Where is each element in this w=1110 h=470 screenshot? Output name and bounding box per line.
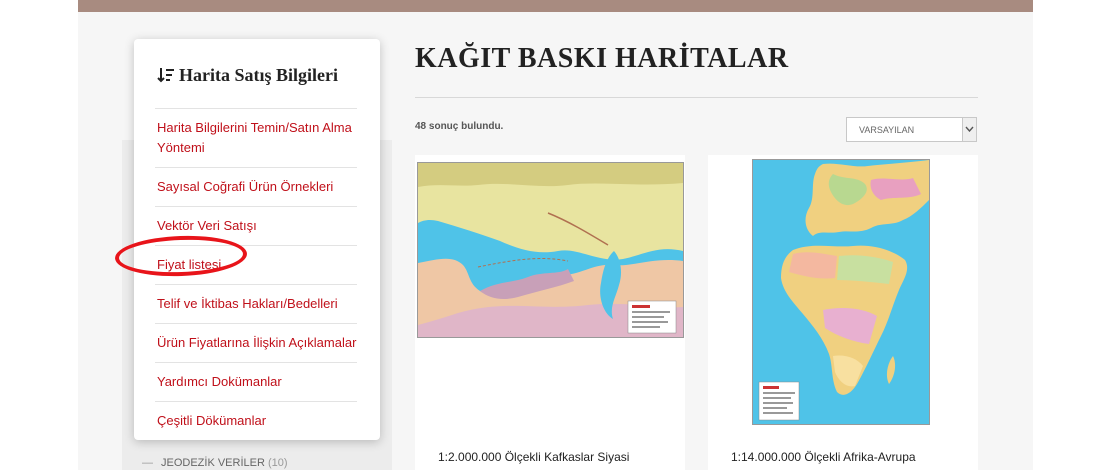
menu-item-urun-fiyat-aciklamalar[interactable]: Ürün Fiyatlarına İlişkin Açıklamalar — [155, 323, 357, 362]
product-name[interactable]: 1:2.000.000 Ölçekli Kafkaslar Siyasi — [438, 450, 629, 464]
product-card-kafkaslar[interactable]: 1:2.000.000 Ölçekli Kafkaslar Siyasi — [415, 155, 685, 470]
result-count: 48 sonuç bulundu. — [415, 121, 504, 132]
menu-item-sayisal-urun-ornekleri[interactable]: Sayısal Coğrafi Ürün Örnekleri — [155, 167, 357, 206]
category-label: JEODEZİK VERİLER — [161, 457, 265, 469]
title-divider — [415, 97, 978, 98]
chevron-down-icon — [965, 126, 974, 132]
sort-icon — [157, 68, 174, 83]
map-thumbnail-kafkaslar[interactable] — [417, 162, 684, 338]
menu-item-temin-satin-alma[interactable]: Harita Bilgilerini Temin/Satın Alma Yönt… — [155, 108, 357, 167]
sort-dropdown-button[interactable] — [962, 118, 976, 141]
map-thumbnail-afrika-avrupa[interactable] — [752, 159, 930, 425]
product-card-afrika-avrupa[interactable]: 1:14.000.000 Ölçekli Afrika-Avrupa — [708, 155, 978, 470]
category-item-jeodezik[interactable]: — JEODEZİK VERİLER (10) — [142, 457, 288, 469]
sort-selected-value: VARSAYILAN — [859, 125, 915, 135]
product-name[interactable]: 1:14.000.000 Ölçekli Afrika-Avrupa — [731, 450, 916, 464]
sidebar-title: Harita Satış Bilgileri — [157, 65, 338, 86]
page-title: KAĞIT BASKI HARİTALAR — [415, 43, 789, 74]
category-count: (10) — [267, 457, 288, 469]
menu-item-cesitli-dokumanlar[interactable]: Çeşitli Dökümanlar — [155, 401, 357, 440]
sort-select[interactable]: VARSAYILAN — [846, 117, 977, 142]
top-bar — [78, 0, 1033, 12]
sidebar-title-text: Harita Satış Bilgileri — [179, 65, 338, 85]
menu-item-yardimci-dokumanlar[interactable]: Yardımcı Dokümanlar — [155, 362, 357, 401]
menu-item-telif-iktibas[interactable]: Telif ve İktibas Hakları/Bedelleri — [155, 284, 357, 323]
